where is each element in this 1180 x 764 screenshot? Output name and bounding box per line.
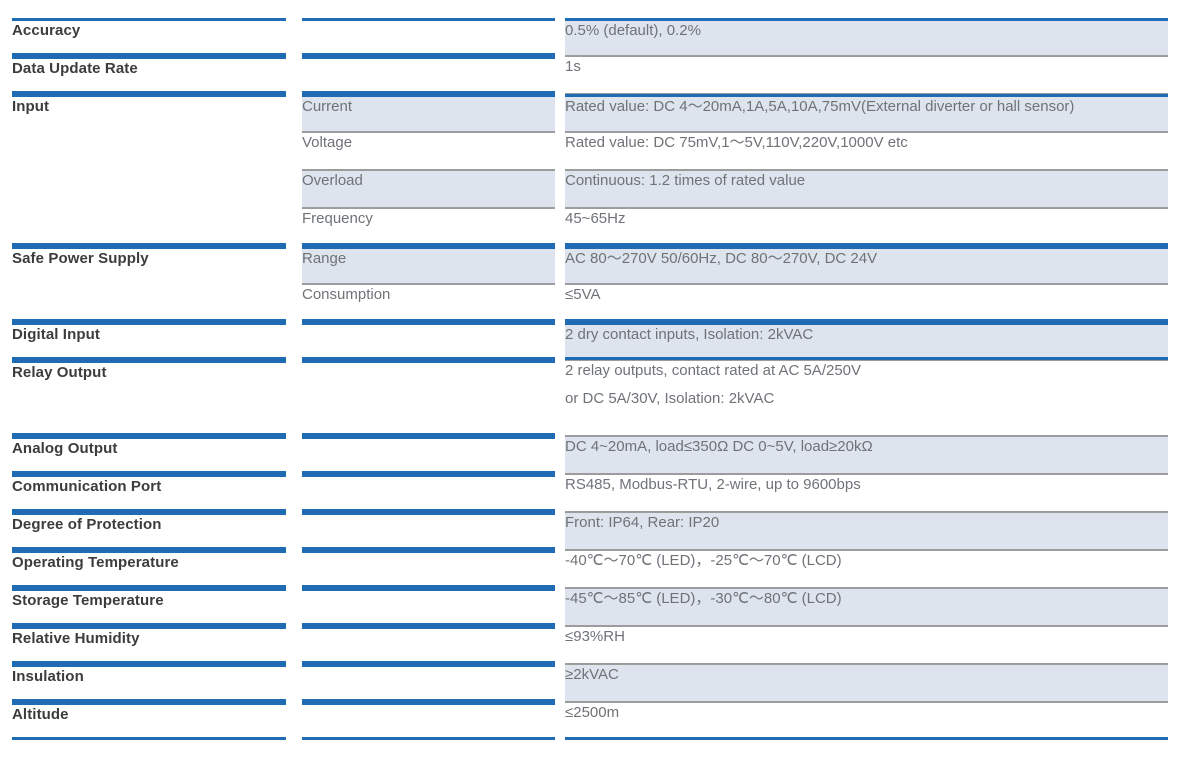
- column-gap: [286, 436, 302, 474]
- table-row: Analog Output DC 4~20mA, load≤350Ω DC 0~…: [12, 436, 1168, 474]
- column-gap: [555, 246, 565, 322]
- row-value: ≤93%RH: [565, 626, 1168, 664]
- row-label: Storage Temperature: [12, 588, 286, 626]
- row-sublabel: [302, 512, 555, 550]
- table-row: Data Update Rate 1s: [12, 56, 1168, 94]
- column-gap: [286, 18, 302, 56]
- row-sublabel: [302, 322, 555, 360]
- row-label: Safe Power Supply: [12, 246, 286, 322]
- row-label: Communication Port: [12, 474, 286, 512]
- row-label: Data Update Rate: [12, 56, 286, 94]
- row-value-line2: or DC 5A/30V, Isolation: 2kVAC: [565, 389, 775, 407]
- column-gap: [555, 702, 565, 740]
- column-gap: [286, 474, 302, 512]
- column-gap: [286, 322, 302, 360]
- row-sublabel: [302, 474, 555, 512]
- column-gap: [286, 550, 302, 588]
- row-label: Input: [12, 94, 286, 246]
- table-row: Degree of Protection Front: IP64, Rear: …: [12, 512, 1168, 550]
- table-row: Digital Input 2 dry contact inputs, Isol…: [12, 322, 1168, 360]
- column-gap: [555, 360, 565, 436]
- row-value: ≤2500m: [565, 702, 1168, 740]
- row-sublabel: Frequency: [302, 208, 555, 246]
- table-row: Safe Power Supply Range AC 80～270V 50/60…: [12, 246, 1168, 322]
- row-label: Accuracy: [12, 18, 286, 56]
- row-value: 45~65Hz: [565, 208, 1168, 246]
- column-gap: [555, 94, 565, 246]
- row-sublabel: [302, 626, 555, 664]
- row-sublabel: [302, 664, 555, 702]
- column-gap: [555, 18, 565, 56]
- row-label: Insulation: [12, 664, 286, 702]
- row-sublabel: Range: [302, 246, 555, 284]
- column-gap: [286, 94, 302, 246]
- table-row: Relative Humidity ≤93%RH: [12, 626, 1168, 664]
- row-value: Continuous: 1.2 times of rated value: [565, 170, 1168, 208]
- column-gap: [555, 56, 565, 94]
- row-value-line1: 2 relay outputs, contact rated at AC 5A/…: [565, 362, 862, 379]
- row-sublabel: Consumption: [302, 284, 555, 322]
- row-value: Front: IP64, Rear: IP20: [565, 512, 1168, 550]
- row-value: AC 80～270V 50/60Hz, DC 80～270V, DC 24V: [565, 246, 1168, 284]
- table-row: Input Current Rated value: DC 4～20mA,1A,…: [12, 94, 1168, 246]
- specification-sheet: Accuracy 0.5% (default), 0.2% Data Updat…: [0, 0, 1180, 764]
- row-label: Altitude: [12, 702, 286, 740]
- row-sublabel: Current: [302, 94, 555, 132]
- row-value: ≥2kVAC: [565, 664, 1168, 702]
- row-value: -40℃～70℃ (LED)，-25℃～70℃ (LCD): [565, 550, 1168, 588]
- row-label: Relay Output: [12, 360, 286, 436]
- row-label: Degree of Protection: [12, 512, 286, 550]
- column-gap: [286, 360, 302, 436]
- row-value: 1s: [565, 56, 1168, 94]
- row-label: Analog Output: [12, 436, 286, 474]
- row-value: RS485, Modbus-RTU, 2-wire, up to 9600bps: [565, 474, 1168, 512]
- row-sublabel: [302, 588, 555, 626]
- column-gap: [555, 550, 565, 588]
- table-row: Storage Temperature -45℃～85℃ (LED)，-30℃～…: [12, 588, 1168, 626]
- table-row: Communication Port RS485, Modbus-RTU, 2-…: [12, 474, 1168, 512]
- row-value: Rated value: DC 4～20mA,1A,5A,10A,75mV(Ex…: [565, 94, 1168, 132]
- row-value: 2 relay outputs, contact rated at AC 5A/…: [565, 360, 1168, 436]
- row-sublabel: Voltage: [302, 132, 555, 170]
- row-value: 0.5% (default), 0.2%: [565, 18, 1168, 56]
- column-gap: [286, 626, 302, 664]
- column-gap: [286, 702, 302, 740]
- column-gap: [286, 512, 302, 550]
- row-value: ≤5VA: [565, 284, 1168, 322]
- column-gap: [555, 626, 565, 664]
- row-sublabel: [302, 436, 555, 474]
- row-value: DC 4~20mA, load≤350Ω DC 0~5V, load≥20kΩ: [565, 436, 1168, 474]
- column-gap: [555, 474, 565, 512]
- table-row: Operating Temperature -40℃～70℃ (LED)，-25…: [12, 550, 1168, 588]
- row-sublabel: [302, 18, 555, 56]
- row-value: -45℃～85℃ (LED)，-30℃～80℃ (LCD): [565, 588, 1168, 626]
- table-row: Relay Output 2 relay outputs, contact ra…: [12, 360, 1168, 436]
- column-gap: [555, 588, 565, 626]
- row-label: Operating Temperature: [12, 550, 286, 588]
- column-gap: [555, 664, 565, 702]
- column-gap: [286, 588, 302, 626]
- specifications-table: Accuracy 0.5% (default), 0.2% Data Updat…: [12, 18, 1168, 740]
- column-gap: [286, 246, 302, 322]
- row-sublabel: [302, 360, 555, 436]
- row-sublabel: [302, 702, 555, 740]
- row-label: Relative Humidity: [12, 626, 286, 664]
- row-value: Rated value: DC 75mV,1～5V,110V,220V,1000…: [565, 132, 1168, 170]
- column-gap: [286, 56, 302, 94]
- row-value: 2 dry contact inputs, Isolation: 2kVAC: [565, 322, 1168, 360]
- column-gap: [286, 664, 302, 702]
- row-sublabel: Overload: [302, 170, 555, 208]
- row-label: Digital Input: [12, 322, 286, 360]
- row-sublabel: [302, 56, 555, 94]
- table-row: Insulation ≥2kVAC: [12, 664, 1168, 702]
- column-gap: [555, 322, 565, 360]
- row-sublabel: [302, 550, 555, 588]
- table-row: Altitude ≤2500m: [12, 702, 1168, 740]
- column-gap: [555, 436, 565, 474]
- table-row: Accuracy 0.5% (default), 0.2%: [12, 18, 1168, 56]
- column-gap: [555, 512, 565, 550]
